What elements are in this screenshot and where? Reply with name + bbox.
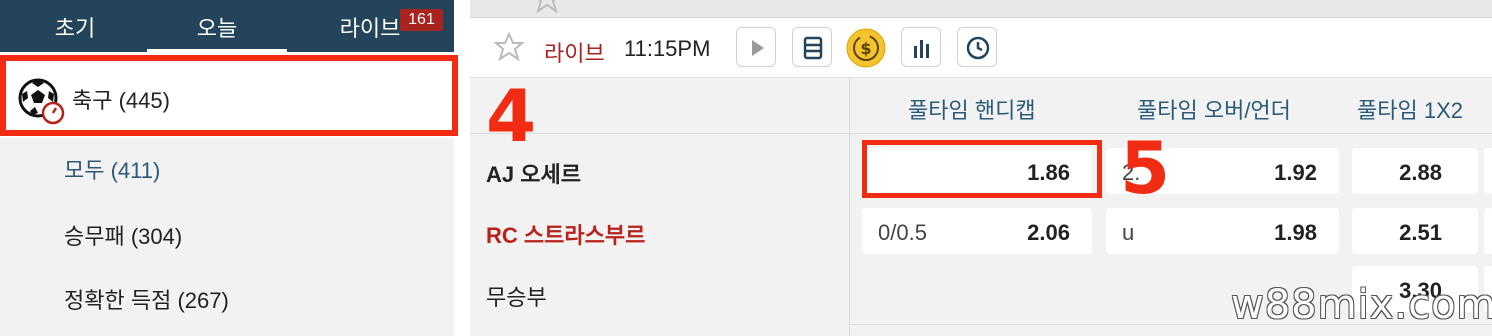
step-number-5: 5 bbox=[1120, 126, 1171, 210]
match-toolbar: 라이브 11:15PM $ bbox=[470, 18, 1492, 78]
odd-value: 2.51 bbox=[1399, 220, 1442, 245]
favorite-star-icon[interactable] bbox=[493, 31, 525, 67]
play-icon bbox=[752, 40, 764, 56]
period-tabs: 초기 오늘 라이브 161 bbox=[0, 0, 454, 52]
highlight-box-odd bbox=[862, 140, 1102, 198]
column-header-handicap: 풀타임 핸디캡 bbox=[908, 98, 1036, 123]
clock-button[interactable] bbox=[957, 27, 997, 67]
step-number-4: 4 bbox=[486, 74, 537, 158]
star-icon bbox=[536, 0, 558, 14]
tab-live-label: 라이브 bbox=[339, 16, 401, 41]
live-label: 라이브 bbox=[544, 41, 605, 66]
live-count-badge: 161 bbox=[400, 9, 443, 31]
tab-early-label: 초기 bbox=[54, 16, 96, 41]
under-line: u bbox=[1122, 220, 1135, 245]
column-header-over-under: 풀타임 오버/언더 bbox=[1137, 98, 1291, 123]
away-team-name: RC 스트라스부르 bbox=[486, 223, 646, 248]
coupon-button[interactable] bbox=[792, 27, 832, 67]
odd-value: 2.06 bbox=[1027, 220, 1070, 245]
next-market-cell[interactable] bbox=[1484, 148, 1492, 194]
subitem-label: 승무패 bbox=[64, 224, 125, 249]
column-header-1x2: 풀타임 1X2 bbox=[1357, 98, 1463, 123]
cash-coin-button[interactable]: $ bbox=[846, 28, 886, 68]
play-button[interactable] bbox=[736, 27, 776, 67]
odd-value: 2.88 bbox=[1399, 160, 1442, 185]
subitem-label: 모두 bbox=[64, 158, 105, 183]
handicap-away-odd-cell[interactable]: 0/0.5 2.06 bbox=[862, 208, 1092, 254]
header-divider bbox=[470, 133, 1492, 134]
odd-value: 1.92 bbox=[1274, 160, 1317, 185]
home-team-name: AJ 오세르 bbox=[486, 162, 581, 187]
next-market-cell[interactable] bbox=[1484, 208, 1492, 254]
1x2-home-odd-cell[interactable]: 2.88 bbox=[1352, 148, 1478, 194]
odd-value: 1.98 bbox=[1274, 220, 1317, 245]
sidebar-subitem-correct-score[interactable]: 정확한 득점 (267) bbox=[64, 283, 229, 315]
previous-header-strip bbox=[470, 0, 1492, 18]
sidebar-subitem-all[interactable]: 모두 (411) bbox=[64, 153, 160, 185]
highlight-box-soccer bbox=[0, 55, 458, 136]
subitem-label: 정확한 득점 bbox=[64, 288, 172, 313]
under-odd-cell[interactable]: u 1.98 bbox=[1106, 208, 1339, 254]
tab-today-label: 오늘 bbox=[196, 16, 238, 41]
subitem-count: (304) bbox=[130, 224, 183, 249]
cash-coin-icon: $ bbox=[846, 28, 886, 68]
handicap-line: 0/0.5 bbox=[878, 220, 927, 245]
match-time: 11:15PM bbox=[624, 36, 711, 61]
subitem-count: (267) bbox=[177, 288, 229, 313]
tab-early[interactable]: 초기 bbox=[0, 0, 150, 52]
coupon-icon bbox=[803, 36, 823, 60]
draw-label: 무승부 bbox=[486, 285, 547, 310]
watermark-text: w88mix.com bbox=[1231, 282, 1492, 328]
stats-icon bbox=[914, 40, 929, 58]
1x2-away-odd-cell[interactable]: 2.51 bbox=[1352, 208, 1478, 254]
subitem-count: (411) bbox=[110, 158, 161, 183]
stats-button[interactable] bbox=[901, 27, 941, 67]
sidebar: 초기 오늘 라이브 161 축구 (445) 모두 (411) 승무패 (304… bbox=[0, 0, 458, 336]
clock-icon bbox=[966, 36, 990, 60]
sidebar-subitem-1x2[interactable]: 승무패 (304) bbox=[64, 219, 182, 251]
svg-text:$: $ bbox=[860, 39, 871, 58]
tab-today[interactable]: 오늘 bbox=[147, 0, 287, 52]
